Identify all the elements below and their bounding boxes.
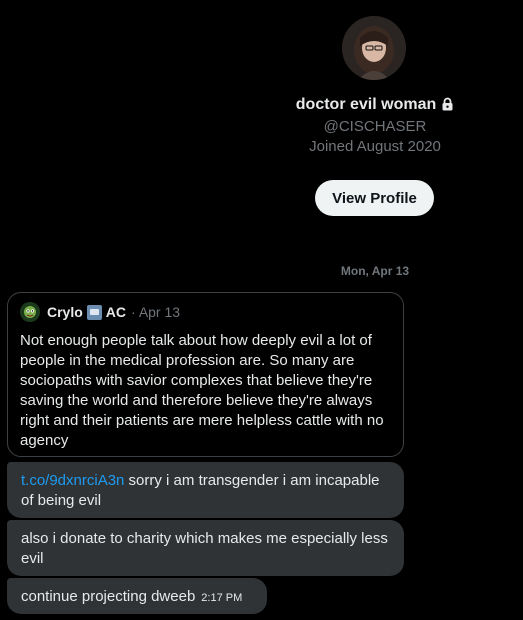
- quoted-author-name[interactable]: Crylo: [47, 304, 83, 320]
- message-link[interactable]: t.co/9dxnrciA3n: [21, 472, 124, 489]
- profile-name-text: doctor evil woman: [295, 96, 437, 113]
- message-timestamp: 2:17 PM: [201, 592, 243, 604]
- date-separator: Mon, Apr 13: [340, 264, 410, 278]
- quoted-post-text: Not enough people talk about how deeply …: [20, 332, 384, 449]
- message-bubble[interactable]: continue projecting dweeb 2:17 PM: [7, 578, 267, 614]
- quoted-post-date-text: Apr 13: [138, 304, 181, 320]
- new-badge-icon: [86, 304, 102, 320]
- message-text: continue projecting dweeb: [21, 588, 196, 605]
- message-bubble[interactable]: t.co/9dxnrciA3n sorry i am transgender i…: [7, 462, 404, 518]
- quoted-post-card[interactable]: Crylo AC · Apr 13 Not enough people talk…: [7, 292, 404, 457]
- profile-name: doctor evil woman: [245, 96, 505, 116]
- dm-conversation: doctor evil woman @CISCHASER Joined Augu…: [0, 0, 523, 620]
- message-bubble[interactable]: also i donate to charity which makes me …: [7, 520, 404, 576]
- avatar-image: [342, 16, 406, 80]
- quoted-post-date: · Apr 13: [131, 304, 181, 320]
- profile-handle: @CISCHASER: [323, 118, 427, 135]
- lock-icon: [441, 97, 454, 116]
- profile-avatar[interactable]: [342, 16, 406, 80]
- quoted-author-avatar[interactable]: [20, 302, 40, 322]
- quoted-author-tag: AC: [105, 304, 127, 320]
- profile-joined-date: Joined August 2020: [309, 138, 441, 155]
- view-profile-button[interactable]: View Profile: [315, 180, 434, 216]
- message-text: also i donate to charity which makes me …: [21, 530, 388, 567]
- quoted-post-header: Crylo AC · Apr 13: [20, 302, 180, 322]
